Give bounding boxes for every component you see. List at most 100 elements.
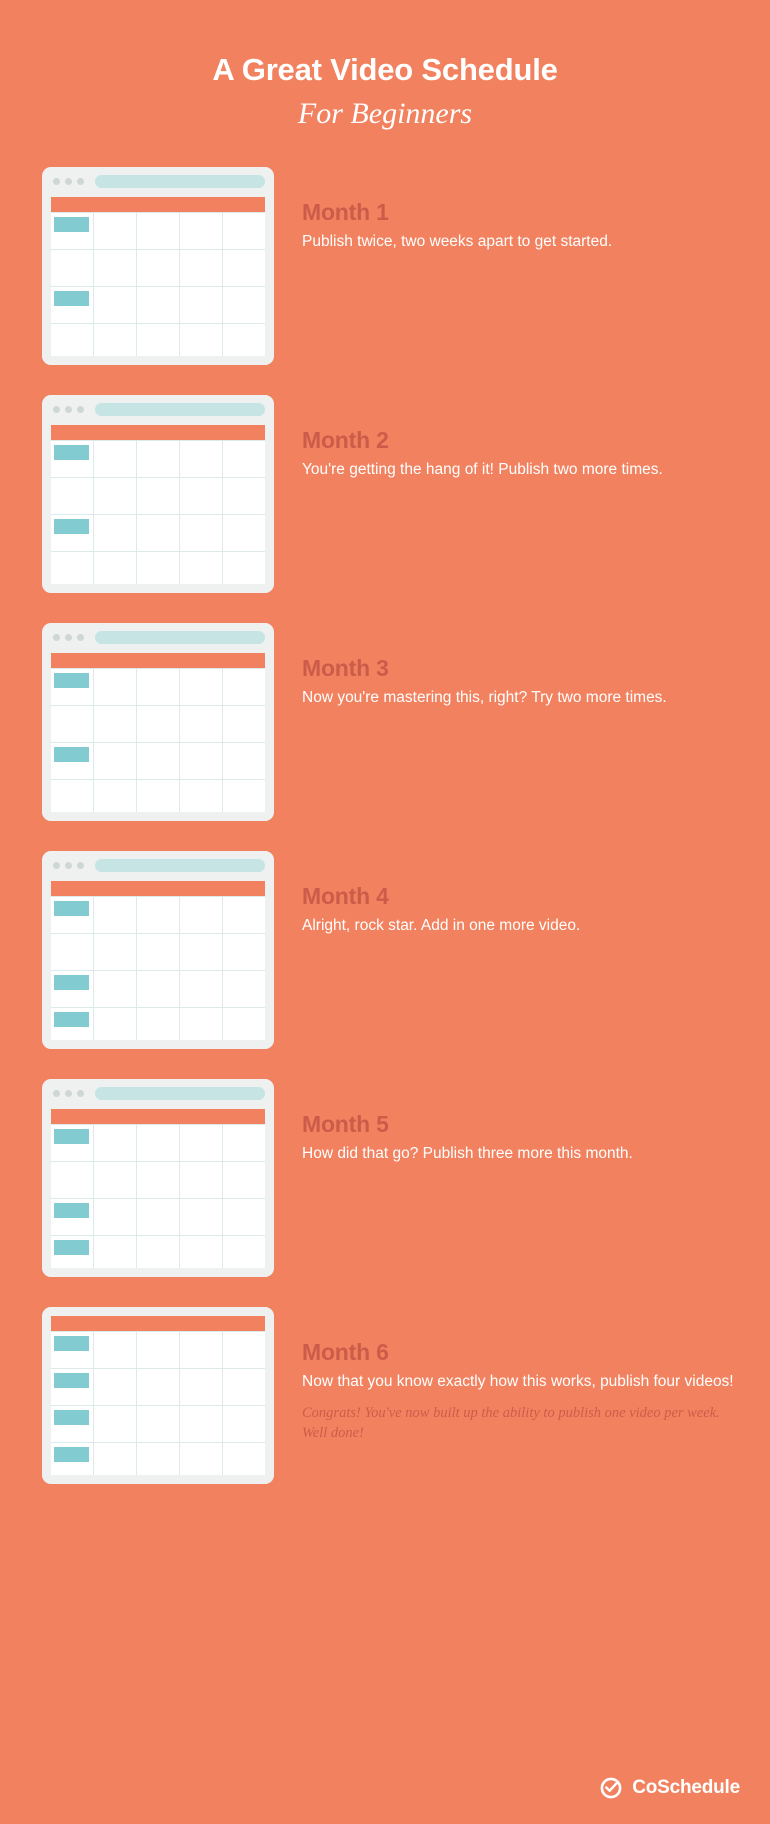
minimize-dot-icon[interactable]: [65, 862, 72, 870]
address-bar[interactable]: [95, 175, 265, 189]
calendar-day-cell[interactable]: [180, 551, 222, 584]
calendar-day-cell[interactable]: [180, 1124, 222, 1161]
calendar-day-cell[interactable]: [223, 1368, 265, 1405]
calendar-day-cell[interactable]: [223, 249, 265, 286]
video-event-block[interactable]: [54, 746, 89, 762]
calendar-day-cell[interactable]: [51, 249, 93, 286]
calendar-day-cell[interactable]: [223, 742, 265, 779]
close-dot-icon[interactable]: [53, 406, 60, 414]
calendar-day-cell[interactable]: [51, 551, 93, 584]
calendar-day-cell[interactable]: [137, 514, 179, 551]
video-event-block[interactable]: [54, 1446, 89, 1462]
calendar-day-cell[interactable]: [180, 212, 222, 249]
calendar-day-cell[interactable]: [51, 779, 93, 812]
calendar-day-cell[interactable]: [137, 896, 179, 933]
calendar-day-cell[interactable]: [137, 1405, 179, 1442]
calendar-day-cell[interactable]: [137, 551, 179, 584]
calendar-day-cell[interactable]: [180, 1198, 222, 1235]
minimize-dot-icon[interactable]: [65, 634, 72, 642]
calendar-day-cell[interactable]: [94, 249, 136, 286]
calendar-day-cell[interactable]: [180, 742, 222, 779]
calendar-day-cell[interactable]: [137, 1161, 179, 1198]
calendar-day-cell[interactable]: [137, 477, 179, 514]
address-bar[interactable]: [95, 631, 265, 645]
close-dot-icon[interactable]: [53, 178, 60, 186]
calendar-day-cell[interactable]: [51, 970, 93, 1007]
calendar-day-cell[interactable]: [180, 933, 222, 970]
calendar-day-cell[interactable]: [51, 1124, 93, 1161]
calendar-day-cell[interactable]: [223, 896, 265, 933]
close-dot-icon[interactable]: [53, 862, 60, 870]
calendar-day-cell[interactable]: [51, 514, 93, 551]
calendar-day-cell[interactable]: [94, 551, 136, 584]
calendar-day-cell[interactable]: [180, 1368, 222, 1405]
maximize-dot-icon[interactable]: [77, 406, 84, 414]
calendar-day-cell[interactable]: [137, 970, 179, 1007]
calendar-day-cell[interactable]: [223, 286, 265, 323]
address-bar[interactable]: [95, 403, 265, 417]
calendar-day-cell[interactable]: [51, 933, 93, 970]
calendar-day-cell[interactable]: [94, 1331, 136, 1368]
calendar-day-cell[interactable]: [94, 742, 136, 779]
calendar-day-cell[interactable]: [180, 249, 222, 286]
calendar-day-cell[interactable]: [51, 1405, 93, 1442]
calendar-day-cell[interactable]: [137, 933, 179, 970]
calendar-day-cell[interactable]: [180, 896, 222, 933]
calendar-day-cell[interactable]: [137, 1331, 179, 1368]
calendar-day-cell[interactable]: [223, 514, 265, 551]
video-event-block[interactable]: [54, 1011, 89, 1027]
calendar-day-cell[interactable]: [51, 742, 93, 779]
calendar-day-cell[interactable]: [137, 668, 179, 705]
calendar-day-cell[interactable]: [223, 705, 265, 742]
calendar-day-cell[interactable]: [51, 477, 93, 514]
calendar-day-cell[interactable]: [51, 705, 93, 742]
calendar-day-cell[interactable]: [94, 933, 136, 970]
calendar-day-cell[interactable]: [94, 1405, 136, 1442]
calendar-day-cell[interactable]: [137, 742, 179, 779]
calendar-day-cell[interactable]: [137, 1007, 179, 1040]
calendar-day-cell[interactable]: [223, 551, 265, 584]
calendar-day-cell[interactable]: [223, 933, 265, 970]
calendar-day-cell[interactable]: [223, 477, 265, 514]
calendar-day-cell[interactable]: [94, 323, 136, 356]
calendar-day-cell[interactable]: [223, 1442, 265, 1475]
calendar-day-cell[interactable]: [94, 1198, 136, 1235]
minimize-dot-icon[interactable]: [65, 1090, 72, 1098]
calendar-day-cell[interactable]: [137, 1198, 179, 1235]
calendar-day-cell[interactable]: [51, 323, 93, 356]
calendar-day-cell[interactable]: [94, 779, 136, 812]
calendar-day-cell[interactable]: [180, 1161, 222, 1198]
maximize-dot-icon[interactable]: [77, 634, 84, 642]
calendar-day-cell[interactable]: [223, 1405, 265, 1442]
calendar-day-cell[interactable]: [137, 440, 179, 477]
calendar-day-cell[interactable]: [94, 286, 136, 323]
minimize-dot-icon[interactable]: [65, 178, 72, 186]
calendar-day-cell[interactable]: [223, 212, 265, 249]
calendar-day-cell[interactable]: [223, 440, 265, 477]
calendar-day-cell[interactable]: [137, 286, 179, 323]
video-event-block[interactable]: [54, 1128, 89, 1144]
calendar-day-cell[interactable]: [94, 477, 136, 514]
calendar-day-cell[interactable]: [94, 212, 136, 249]
calendar-day-cell[interactable]: [94, 1368, 136, 1405]
calendar-day-cell[interactable]: [180, 1405, 222, 1442]
calendar-day-cell[interactable]: [51, 1161, 93, 1198]
calendar-day-cell[interactable]: [180, 705, 222, 742]
video-event-block[interactable]: [54, 1239, 89, 1255]
video-event-block[interactable]: [54, 974, 89, 990]
calendar-day-cell[interactable]: [51, 1331, 93, 1368]
calendar-day-cell[interactable]: [180, 286, 222, 323]
video-event-block[interactable]: [54, 672, 89, 688]
video-event-block[interactable]: [54, 290, 89, 306]
calendar-day-cell[interactable]: [180, 668, 222, 705]
calendar-day-cell[interactable]: [94, 514, 136, 551]
calendar-day-cell[interactable]: [180, 1331, 222, 1368]
address-bar[interactable]: [95, 1087, 265, 1101]
video-event-block[interactable]: [54, 1335, 89, 1351]
calendar-day-cell[interactable]: [223, 1161, 265, 1198]
calendar-day-cell[interactable]: [94, 1007, 136, 1040]
video-event-block[interactable]: [54, 444, 89, 460]
video-event-block[interactable]: [54, 1372, 89, 1388]
calendar-day-cell[interactable]: [137, 1368, 179, 1405]
video-event-block[interactable]: [54, 1409, 89, 1425]
